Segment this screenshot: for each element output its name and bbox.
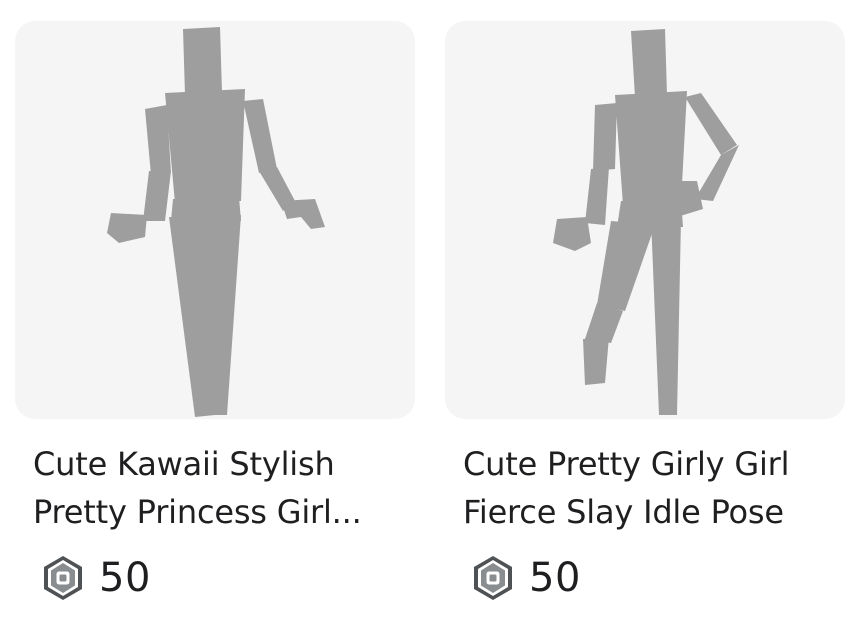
price-value: 50 (529, 555, 581, 601)
catalog-grid: Cute Kawaii Stylish Pretty Princess Girl… (0, 0, 865, 619)
robux-icon (44, 556, 82, 600)
catalog-item-card[interactable]: Cute Kawaii Stylish Pretty Princess Girl… (15, 0, 415, 619)
item-thumbnail[interactable] (15, 21, 415, 419)
item-price: 50 (41, 553, 151, 603)
catalog-item-card[interactable]: Cute Pretty Girly Girl Fierce Slay Idle … (445, 0, 845, 619)
item-thumbnail[interactable] (445, 21, 845, 419)
idle-pose-figure (107, 27, 325, 417)
item-price: 50 (471, 553, 581, 603)
hand-on-hip-pose-figure (553, 29, 739, 415)
price-value: 50 (99, 555, 151, 601)
robux-icon (474, 556, 512, 600)
item-name[interactable]: Cute Pretty Girly Girl Fierce Slay Idle … (463, 440, 838, 536)
item-name[interactable]: Cute Kawaii Stylish Pretty Princess Girl… (33, 440, 408, 536)
